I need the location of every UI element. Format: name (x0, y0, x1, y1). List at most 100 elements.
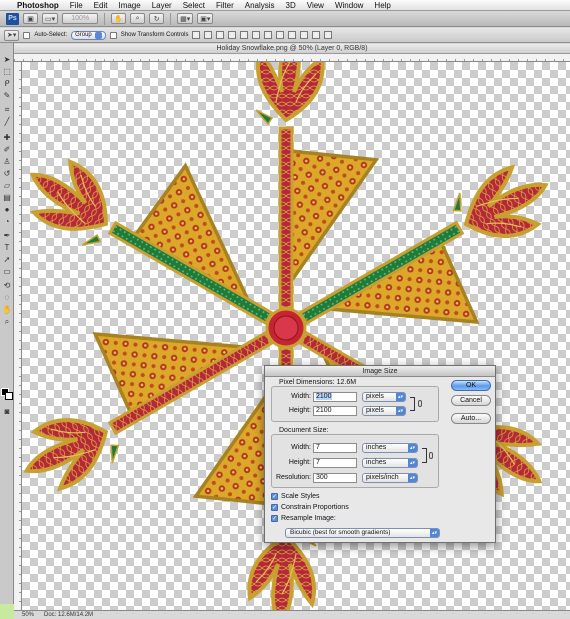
type-tool-icon[interactable]: T (2, 243, 12, 252)
menu-file[interactable]: File (70, 1, 83, 10)
menu-view[interactable]: View (307, 1, 324, 10)
pixel-link-bracket (410, 397, 415, 411)
constrain-proportions-checkbox[interactable]: ✓ (271, 504, 278, 511)
cancel-button[interactable]: Cancel (451, 395, 491, 406)
zoom-level-select[interactable]: 100% (62, 13, 99, 24)
distribute-top-icon[interactable] (264, 31, 273, 39)
view-extras-button[interactable]: ▭▾ (42, 13, 59, 24)
resample-image-checkbox[interactable]: ✓ (271, 515, 278, 522)
gradient-tool-icon[interactable]: ▤ (2, 193, 12, 202)
blur-tool-icon[interactable]: ● (2, 205, 12, 214)
distribute-hcenter-icon[interactable] (312, 31, 321, 39)
menu-filter[interactable]: Filter (216, 1, 234, 10)
pixel-height-input[interactable]: 2100 (313, 406, 357, 416)
auto-select-label: Auto-Select: (34, 32, 68, 38)
menu-edit[interactable]: Edit (94, 1, 108, 10)
healing-brush-tool-icon[interactable]: ✚ (2, 133, 12, 142)
distribute-vcenter-icon[interactable] (276, 31, 285, 39)
history-brush-tool-icon[interactable]: ↺ (2, 169, 12, 178)
menu-3d[interactable]: 3D (286, 1, 296, 10)
3d-orbit-tool-icon[interactable]: ◌ (2, 293, 12, 302)
status-bar: 50% Doc: 12.6M/14.2M (14, 610, 570, 619)
menu-layer[interactable]: Layer (152, 1, 172, 10)
rotate-view-button[interactable]: ↻ (149, 13, 165, 24)
doc-width-unit-select[interactable]: inches ▴▾ (362, 443, 418, 453)
doc-width-input[interactable]: 7 (313, 443, 357, 453)
document-size-label: Document Size: (279, 427, 329, 434)
constrain-proportions-row[interactable]: ✓ Constrain Proportions (271, 504, 349, 511)
pixel-width-unit-select[interactable]: pixels ▴▾ (362, 392, 406, 402)
crop-tool-icon[interactable]: ⌗ (2, 105, 12, 114)
pixel-height-unit-select[interactable]: pixels ▴▾ (362, 406, 406, 416)
chevron-updown-icon: ▴▾ (408, 459, 417, 467)
arrange-documents-button[interactable]: ▦▾ (177, 13, 194, 24)
chevron-updown-icon: ▴▾ (408, 474, 417, 482)
align-hcenter-icon[interactable] (240, 31, 249, 39)
distribute-bottom-icon[interactable] (288, 31, 297, 39)
resample-method-select[interactable]: Bicubic (best for smooth gradients) ▴▾ (285, 528, 440, 538)
dialog-title[interactable]: Image Size (265, 366, 495, 377)
menu-bar: Photoshop File Edit Image Layer Select F… (0, 0, 570, 11)
align-bottom-icon[interactable] (216, 31, 225, 39)
chevron-updown-icon: ▴▾ (396, 393, 405, 401)
hand-tool-icon[interactable]: ✋ (2, 305, 12, 314)
horizontal-ruler[interactable] (14, 54, 570, 62)
pen-tool-icon[interactable]: ✒ (2, 231, 12, 240)
ok-button[interactable]: OK (451, 380, 491, 391)
shape-tool-icon[interactable]: ▭ (2, 267, 12, 276)
eyedropper-tool-icon[interactable]: ╱ (2, 117, 12, 126)
vertical-ruler[interactable] (14, 62, 22, 610)
resolution-input[interactable]: 300 (313, 473, 357, 483)
align-right-icon[interactable] (252, 31, 261, 39)
menu-analysis[interactable]: Analysis (245, 1, 275, 10)
image-size-dialog: Image Size Pixel Dimensions: 12.6M Width… (264, 365, 496, 543)
move-tool-icon[interactable]: ➤ (2, 55, 12, 64)
scale-styles-checkbox[interactable]: ✓ (271, 493, 278, 500)
menu-help[interactable]: Help (374, 1, 390, 10)
scale-styles-row[interactable]: ✓ Scale Styles (271, 493, 320, 500)
menu-app-name[interactable]: Photoshop (17, 1, 59, 10)
doc-height-input[interactable]: 7 (313, 458, 357, 468)
auto-select-dropdown[interactable]: Group (71, 30, 106, 40)
dodge-tool-icon[interactable]: ◔ (2, 217, 12, 226)
pixel-width-input[interactable]: 2100 (313, 392, 357, 402)
brush-tool-icon[interactable]: ✐ (2, 145, 12, 154)
distribute-left-icon[interactable] (300, 31, 309, 39)
photoshop-logo[interactable]: Ps (6, 12, 19, 25)
align-left-icon[interactable] (228, 31, 237, 39)
zoom-tool-icon[interactable]: ⌕ (2, 317, 12, 326)
marquee-tool-icon[interactable]: ⬚ (2, 67, 12, 76)
clone-stamp-tool-icon[interactable]: ♙ (2, 157, 12, 166)
doc-height-unit-select[interactable]: inches ▴▾ (362, 458, 418, 468)
lasso-tool-icon[interactable]: ᑭ (2, 79, 12, 88)
hand-tool-button[interactable]: ✋ (111, 13, 127, 24)
auto-select-checkbox[interactable] (23, 31, 31, 39)
document-title[interactable]: Holiday Snowflake.png @ 50% (Layer 0, RG… (14, 44, 570, 54)
align-vcenter-icon[interactable] (204, 31, 213, 39)
auto-select-value: Group (75, 32, 92, 38)
launch-bridge-button[interactable]: ▣ (23, 13, 38, 24)
auto-button[interactable]: Auto... (451, 413, 491, 424)
path-selection-tool-icon[interactable]: ➚ (2, 255, 12, 264)
screen-mode-button[interactable]: ▣▾ (197, 13, 214, 24)
background-color-swatch[interactable] (5, 392, 13, 400)
align-top-icon[interactable] (192, 31, 201, 39)
eraser-tool-icon[interactable]: ▱ (2, 181, 12, 190)
menu-image[interactable]: Image (118, 1, 140, 10)
zoom-tool-button[interactable]: ⌕ (130, 13, 146, 24)
transform-controls-checkbox[interactable] (109, 31, 117, 39)
distribute-right-icon[interactable] (324, 31, 333, 39)
resolution-unit-select[interactable]: pixels/inch ▴▾ (362, 473, 418, 483)
quick-mask-icon[interactable]: ◙ (2, 407, 12, 416)
status-doc-info[interactable]: Doc: 12.6M/14.2M (44, 612, 93, 618)
transform-controls-label: Show Transform Controls (120, 32, 189, 38)
doc-link-bracket (422, 448, 427, 463)
quick-select-tool-icon[interactable]: ✎ (2, 91, 12, 100)
menu-select[interactable]: Select (183, 1, 205, 10)
3d-rotate-tool-icon[interactable]: ⟲ (2, 281, 12, 290)
status-zoom[interactable]: 50% (22, 612, 34, 618)
move-tool-preset-icon[interactable]: ➤▾ (4, 29, 20, 41)
menu-window[interactable]: Window (335, 1, 363, 10)
chevron-updown-icon: ▴▾ (430, 529, 439, 537)
resample-image-row[interactable]: ✓ Resample Image: (271, 515, 336, 522)
